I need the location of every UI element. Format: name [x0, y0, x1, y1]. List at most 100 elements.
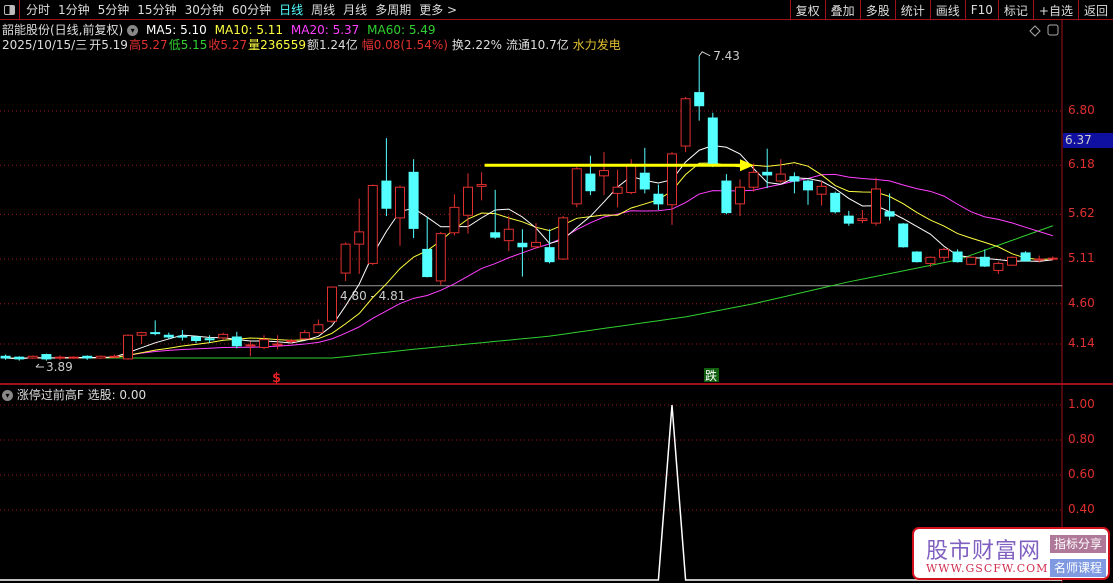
candle-down: [884, 211, 895, 217]
current-price-marker: 6.37: [1063, 133, 1113, 148]
price-axis-label: 5.11: [1068, 251, 1095, 266]
candle-up: [340, 243, 351, 274]
candle-up: [68, 356, 79, 359]
indicator-axis-label: 0.60: [1068, 467, 1095, 481]
candle-up: [748, 171, 759, 188]
panel-icon: [1047, 24, 1059, 36]
candle-down: [911, 251, 922, 263]
kline-chart[interactable]: 4.80 - 4.81 7.43 3.89 $ 跌: [0, 0, 1113, 583]
candle-up: [599, 170, 609, 177]
candle-down: [830, 192, 841, 213]
indicator-line: [0, 404, 1062, 581]
candle-up: [136, 332, 147, 336]
high-label: 7.43: [713, 49, 740, 63]
candle-up: [449, 206, 460, 234]
diamond-icon: [1029, 25, 1041, 37]
candle-down: [517, 242, 528, 248]
candle-up: [259, 339, 269, 349]
candle-up: [531, 241, 541, 248]
candle-up: [871, 188, 881, 224]
candle-up: [612, 186, 623, 194]
candle-down: [1020, 252, 1031, 262]
support-label: 4.80 - 4.81: [340, 289, 405, 303]
candle-up: [367, 184, 378, 264]
candle-up: [857, 218, 868, 222]
candle-down: [898, 223, 909, 248]
candle-up: [1047, 257, 1058, 260]
indicator-axis-label: 0.40: [1068, 502, 1095, 516]
candle-up: [354, 231, 365, 245]
low-pointer: [35, 363, 44, 368]
price-axis-label: 4.14: [1068, 336, 1095, 351]
candle-down: [163, 334, 174, 338]
candle-down: [408, 171, 419, 229]
candle-up: [503, 228, 514, 242]
candle-down: [490, 232, 501, 238]
candle-up: [816, 185, 827, 195]
candle-down: [82, 355, 93, 359]
candle-up: [27, 355, 38, 359]
candle-up: [966, 256, 977, 265]
indicator-axis-label: 1.00: [1068, 397, 1095, 411]
candle-up: [1007, 256, 1017, 266]
candle-down: [381, 180, 392, 209]
candle-down: [762, 171, 773, 176]
candle-down: [191, 336, 201, 342]
candle-up: [286, 340, 297, 343]
candle-down: [204, 338, 215, 341]
candle-down: [952, 251, 963, 263]
ma20-line: [5, 173, 1053, 359]
candle-up: [1034, 258, 1045, 261]
indicator-value: 选股: 0.00: [87, 388, 147, 402]
watermark-logo: 股市财富网 WWW.GSCFW.COM 指标分享 名师课程: [912, 527, 1110, 580]
candle-down: [721, 180, 732, 214]
candle-up: [245, 344, 256, 347]
watermark-title: 股市财富网: [926, 539, 1042, 564]
candle-down: [843, 215, 854, 224]
candle-up: [218, 333, 229, 339]
candle-up: [123, 334, 133, 360]
candle-up: [463, 186, 473, 216]
ma10-line: [5, 162, 1053, 359]
price-axis-label: 4.60: [1068, 295, 1095, 310]
candle-up: [735, 186, 745, 205]
candle-down: [707, 117, 718, 166]
candle-down: [544, 247, 555, 263]
candle-up: [272, 343, 283, 346]
chevron-down-icon[interactable]: ▾: [2, 390, 13, 401]
candle-down: [803, 180, 813, 191]
price-axis-label: 6.18: [1068, 157, 1095, 172]
indicator-header: ▾ 涨停过前高F 选股: 0.00: [2, 386, 146, 403]
indicator-title: 涨停过前高F: [16, 388, 84, 402]
candle-up: [109, 355, 120, 358]
candle-down: [694, 92, 705, 107]
candle-down: [979, 256, 990, 267]
candle-down: [789, 176, 800, 182]
candle-up: [95, 355, 106, 359]
candle-down: [0, 355, 11, 359]
candle-up: [435, 233, 446, 282]
candle-up: [299, 332, 310, 340]
candle-down: [231, 336, 242, 347]
ma60-line: [5, 225, 1053, 359]
candle-up: [558, 217, 569, 260]
candle-up: [993, 262, 1004, 271]
low-label: 3.89: [46, 360, 73, 374]
candle-up: [395, 186, 405, 219]
watermark-tag: 指标分享: [1050, 535, 1106, 553]
candle-up: [925, 256, 936, 264]
candle-down: [150, 332, 161, 335]
indicator-axis-label: 0.80: [1068, 432, 1095, 446]
candle-up: [939, 248, 949, 258]
watermark-tag: 名师课程: [1050, 559, 1106, 577]
candle-up: [327, 286, 337, 322]
candle-down: [653, 193, 664, 205]
buy-signal: $: [272, 371, 281, 386]
candle-down: [585, 173, 596, 192]
price-axis-label: 6.80: [1068, 103, 1095, 117]
candle-down: [639, 172, 650, 190]
price-axis-label: 5.62: [1068, 206, 1095, 221]
candle-down: [177, 335, 188, 338]
watermark-url: WWW.GSCFW.COM: [926, 562, 1049, 575]
candle-down: [41, 354, 52, 360]
